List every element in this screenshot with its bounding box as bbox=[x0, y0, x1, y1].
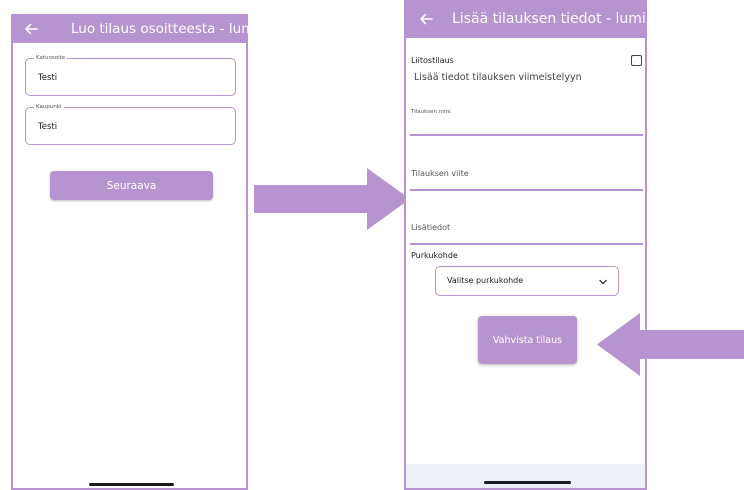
bottom-navigation-area bbox=[406, 464, 645, 488]
city-field[interactable]: Kaupunki Testi bbox=[25, 103, 236, 145]
right-app-bar: Lisää tilauksen tiedot - lumi bbox=[406, 0, 646, 38]
home-indicator bbox=[484, 481, 571, 484]
chevron-down-icon bbox=[599, 279, 607, 285]
order-name-underline bbox=[410, 134, 643, 136]
arrow-right-icon bbox=[254, 168, 410, 230]
additional-info-underline bbox=[410, 243, 643, 245]
demolition-site-select[interactable]: Valitse purkukohde bbox=[435, 266, 619, 296]
info-text: Lisää tiedot tilauksen viimeistelyyn bbox=[414, 72, 582, 83]
additional-info-label: Lisätiedot bbox=[411, 223, 451, 232]
left-app-bar: Luo tilaus osoitteesta - lumi bbox=[13, 14, 258, 43]
order-name-label: Tilauksen nimi bbox=[411, 109, 451, 115]
arrow-left-icon[interactable] bbox=[23, 21, 39, 37]
street-address-label: Katuosoite bbox=[34, 54, 68, 63]
demolition-site-label: Purkukohde bbox=[411, 251, 458, 260]
arrow-left-icon[interactable] bbox=[418, 11, 434, 27]
order-reference-underline bbox=[410, 189, 643, 191]
street-address-field[interactable]: Katuosoite Testi bbox=[25, 54, 236, 96]
demolition-site-select-value: Valitse purkukohde bbox=[447, 276, 524, 285]
order-reference-label: Tilauksen viite bbox=[411, 169, 469, 178]
arrow-left-pointer-icon bbox=[597, 313, 744, 376]
right-screen: Lisää tilauksen tiedot - lumi Liitostila… bbox=[404, 0, 647, 490]
street-address-value: Testi bbox=[38, 73, 58, 83]
confirm-order-button[interactable]: Vahvista tilaus bbox=[478, 316, 577, 364]
left-screen: Luo tilaus osoitteesta - lumi Katuosoite… bbox=[11, 14, 258, 490]
next-button[interactable]: Seuraava bbox=[50, 171, 213, 200]
home-indicator bbox=[89, 483, 174, 486]
attached-order-checkbox[interactable] bbox=[631, 55, 642, 66]
attached-order-label: Liitostilaus bbox=[411, 56, 454, 65]
city-value: Testi bbox=[38, 122, 58, 132]
right-page-title: Lisää tilauksen tiedot - lumi bbox=[452, 11, 646, 27]
city-label: Kaupunki bbox=[34, 103, 64, 112]
left-page-title: Luo tilaus osoitteesta - lumi bbox=[71, 20, 259, 37]
